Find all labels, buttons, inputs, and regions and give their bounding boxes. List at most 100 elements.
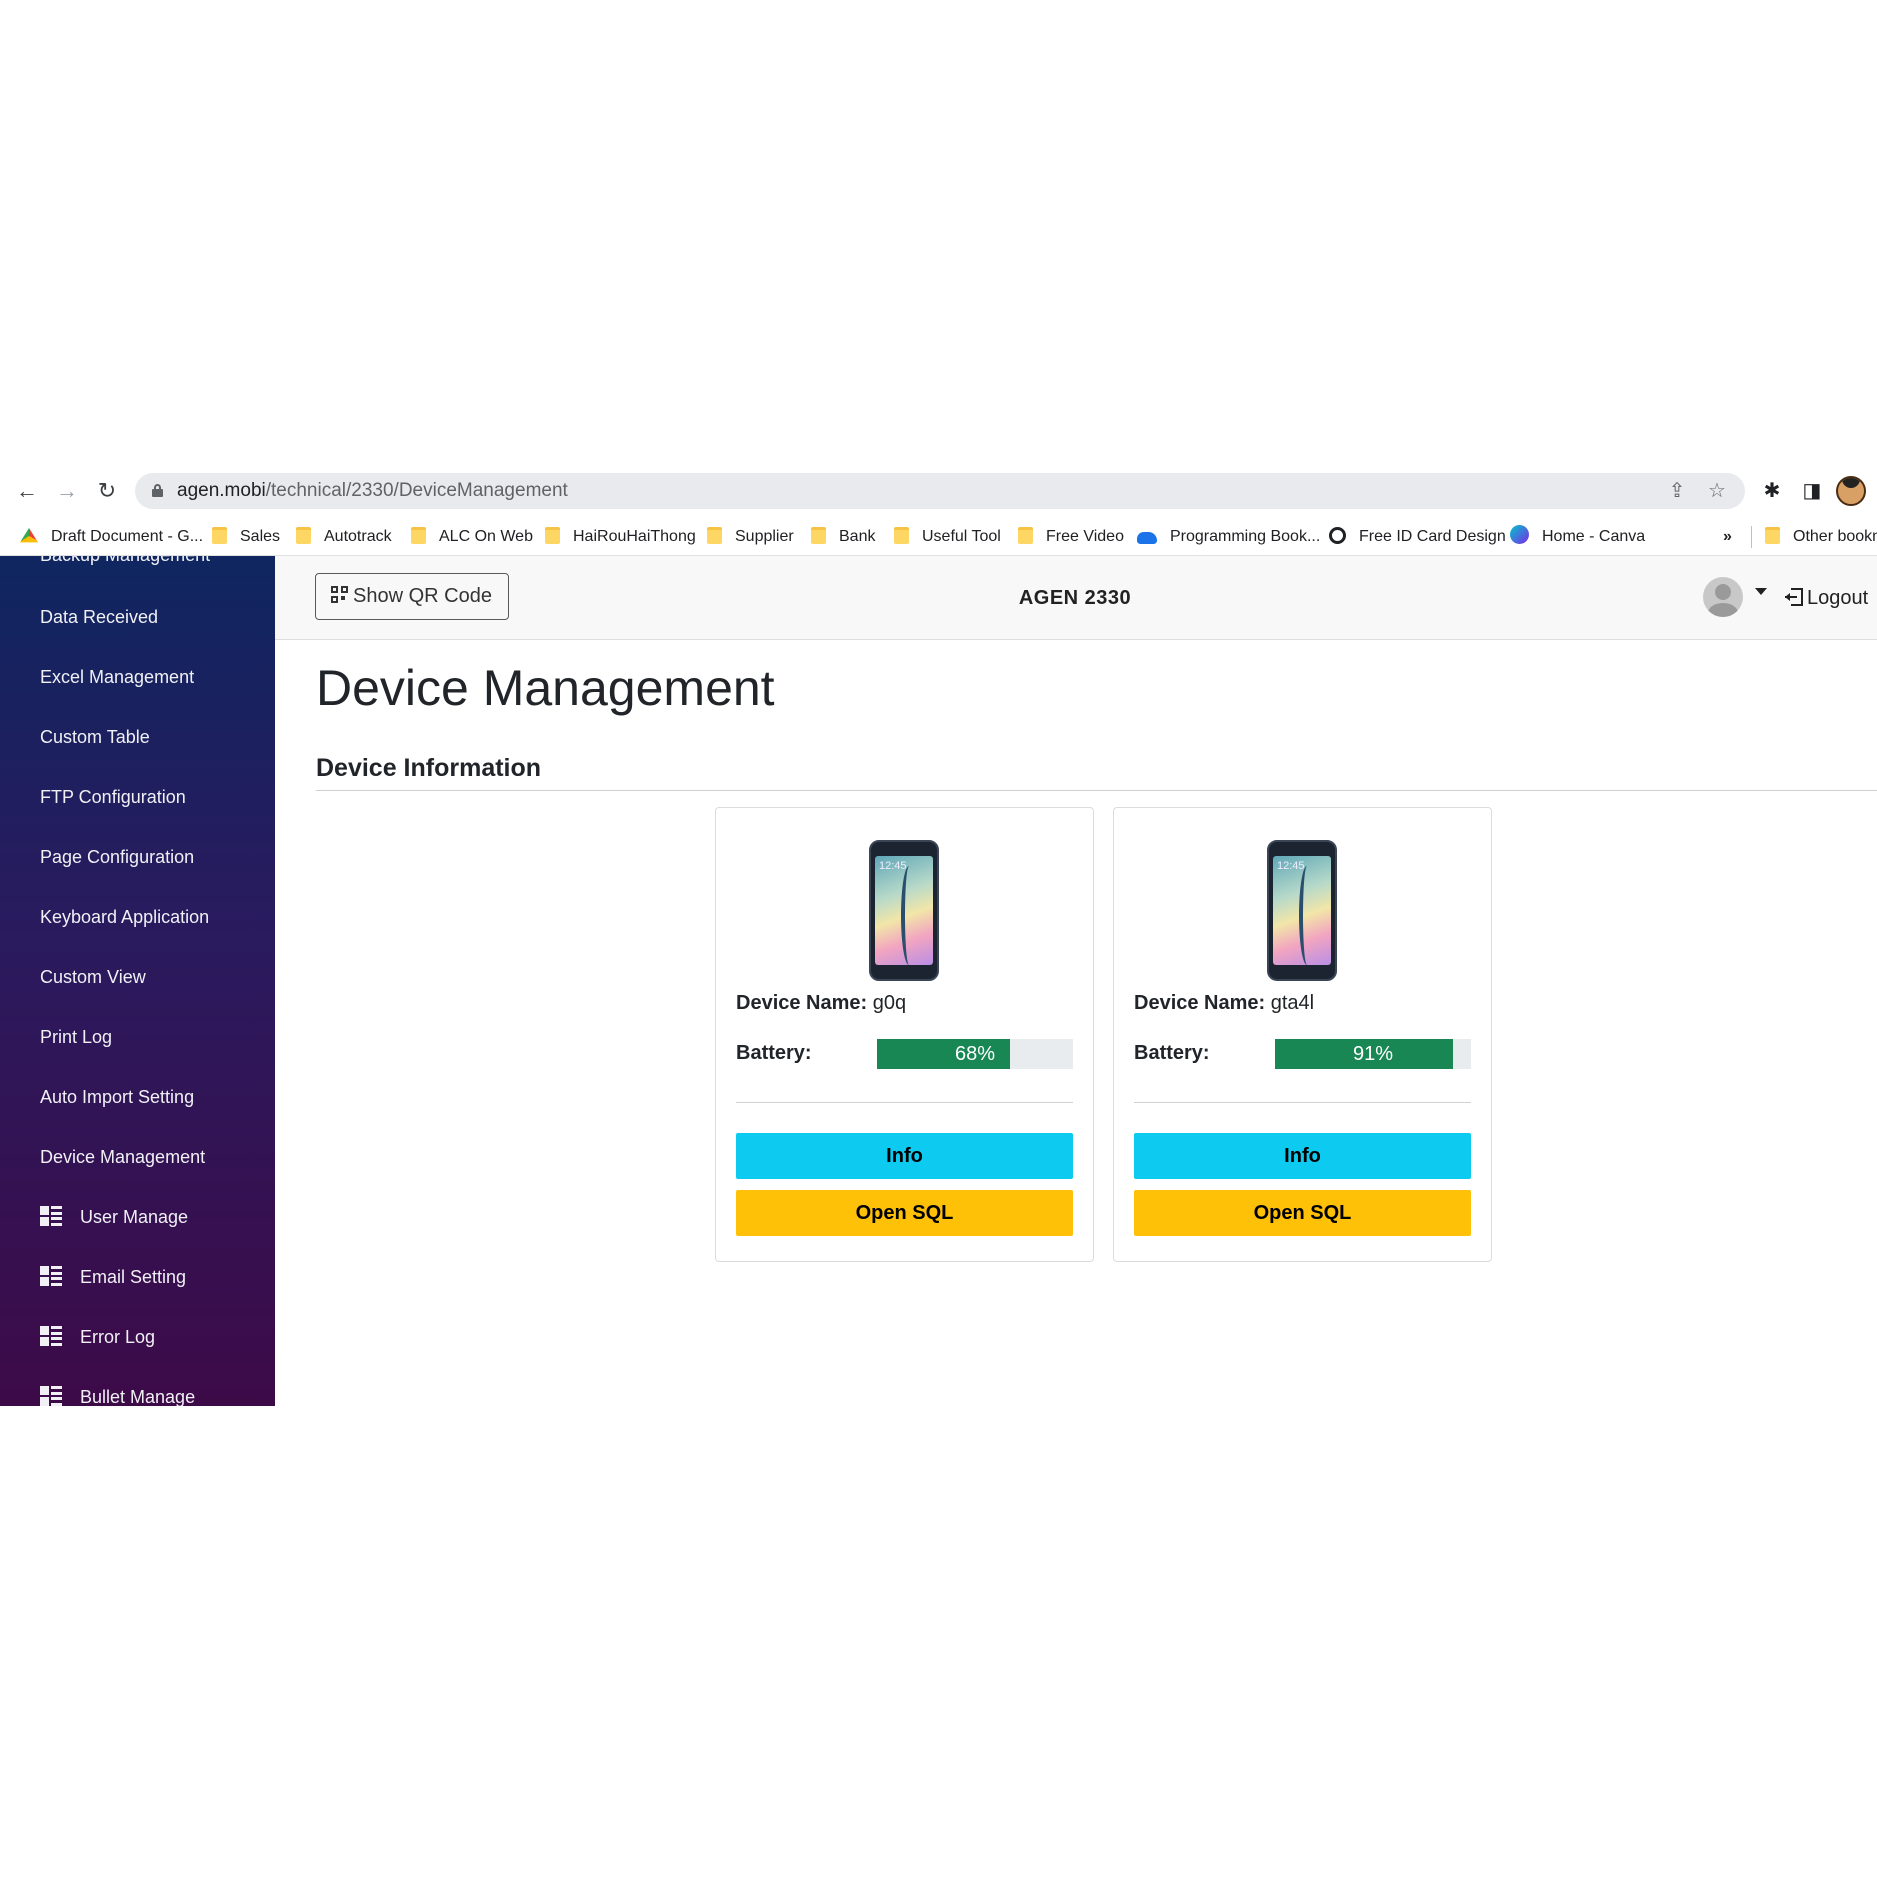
device-name-value: gta4l <box>1270 992 1315 1014</box>
device-name: Device Name: g0q <box>736 992 906 1015</box>
caret-down-icon[interactable] <box>1755 588 1767 595</box>
sidebar-item-excel-management[interactable]: Excel Management <box>40 662 194 692</box>
sidebar-item-label: User Manage <box>80 1207 189 1227</box>
bookmark-programming-book[interactable]: Programming Book... <box>1137 518 1320 556</box>
app-title: AGEN 2330 <box>1018 587 1132 609</box>
qr-code-icon <box>331 586 349 604</box>
grid-list-icon <box>40 1386 62 1406</box>
folder-icon <box>811 527 826 544</box>
bookmark-alc-on-web[interactable]: ALC On Web <box>411 518 533 556</box>
bookmark-sales[interactable]: Sales <box>212 518 280 556</box>
bookmark-label: Draft Document - G... <box>51 528 204 545</box>
bookmark-hairouhaithong[interactable]: HaiRouHaiThong <box>545 518 696 556</box>
folder-icon <box>296 527 311 544</box>
logout-label: Logout <box>1807 587 1869 609</box>
sidebar-item-auto-import-setting[interactable]: Auto Import Setting <box>40 1082 194 1112</box>
battery-label: Battery: <box>1134 1042 1210 1064</box>
forward-arrow-icon[interactable]: → <box>52 476 82 506</box>
user-avatar-icon[interactable] <box>1703 577 1743 617</box>
sidebar-item-user-manage[interactable]: User Manage <box>40 1202 188 1232</box>
battery-progress-bar: 68% <box>877 1039 1073 1069</box>
bookmarks-separator <box>1751 526 1752 548</box>
show-qr-code-button[interactable]: Show QR Code <box>315 573 509 620</box>
globe-icon <box>1329 527 1346 544</box>
open-sql-button[interactable]: Open SQL <box>736 1190 1073 1236</box>
phone-screen-time: 12:45 <box>879 860 907 872</box>
lock-icon[interactable] <box>152 484 163 497</box>
sidebar-item-backup-management[interactable]: Backup Management <box>40 556 210 570</box>
browser-screenshot: ← → ↻ agen.mobi/technical/2330/DeviceMan… <box>0 464 1877 1406</box>
bookmark-label: Bank <box>839 528 876 545</box>
bookmark-label: Supplier <box>735 528 794 545</box>
bookmark-label: Other bookm <box>1793 528 1877 545</box>
bookmark-useful-tool[interactable]: Useful Tool <box>894 518 1001 556</box>
sidebar-item-page-configuration[interactable]: Page Configuration <box>40 842 194 872</box>
bookmark-supplier[interactable]: Supplier <box>707 518 794 556</box>
bookmark-autotrack[interactable]: Autotrack <box>296 518 392 556</box>
section-title: Device Information <box>316 754 542 782</box>
sidebar-item-label: Bullet Manage <box>80 1387 196 1406</box>
url-host: agen.mobi <box>177 480 266 501</box>
device-card: 12:45 Device Name: g0q Battery: 68% Info… <box>715 807 1094 1262</box>
bookmark-label: Free Video <box>1046 528 1124 545</box>
sidebar-item-custom-view[interactable]: Custom View <box>40 962 146 992</box>
phone-icon: 12:45 <box>869 840 939 981</box>
page-title: Device Management <box>316 660 775 716</box>
back-arrow-icon[interactable]: ← <box>12 476 42 506</box>
sidebar-item-label: Error Log <box>80 1327 156 1347</box>
logout-link[interactable]: Logout <box>1785 556 1868 640</box>
extensions-icon[interactable]: ✱ <box>1757 476 1787 506</box>
bookmark-home-canva[interactable]: Home - Canva <box>1510 518 1645 556</box>
bookmark-label: Useful Tool <box>922 528 1001 545</box>
card-divider <box>736 1102 1073 1103</box>
sidebar-item-label: Email Setting <box>80 1267 187 1287</box>
bookmark-bank[interactable]: Bank <box>811 518 875 556</box>
device-name-label: Device Name: <box>736 992 868 1014</box>
info-button[interactable]: Info <box>1134 1133 1471 1179</box>
sidebar-item-keyboard-application[interactable]: Keyboard Application <box>40 902 209 932</box>
side-panel-icon[interactable]: ◨ <box>1797 476 1827 506</box>
url-text[interactable]: agen.mobi/technical/2330/DeviceManagemen… <box>177 473 568 509</box>
battery-percent-text: 91% <box>1352 1043 1394 1065</box>
reload-icon[interactable]: ↻ <box>92 476 122 506</box>
bookmark-label: HaiRouHaiThong <box>573 528 696 545</box>
grid-list-icon <box>40 1206 62 1226</box>
folder-icon <box>411 527 426 544</box>
browser-toolbar: ← → ↻ agen.mobi/technical/2330/DeviceMan… <box>0 464 1877 518</box>
bookmark-draft-document[interactable]: Draft Document - G... <box>20 518 203 556</box>
top-navbar: Show QR Code AGEN 2330 Logout <box>275 556 1877 640</box>
sidebar-item-ftp-configuration[interactable]: FTP Configuration <box>40 782 186 812</box>
card-divider <box>1134 1102 1471 1103</box>
section-divider <box>316 790 1877 791</box>
profile-avatar[interactable] <box>1836 476 1866 506</box>
bookmark-free-id-card[interactable]: Free ID Card Design <box>1329 518 1506 556</box>
info-button[interactable]: Info <box>736 1133 1073 1179</box>
battery-label: Battery: <box>736 1042 812 1064</box>
address-bar[interactable]: agen.mobi/technical/2330/DeviceManagemen… <box>135 473 1745 509</box>
cloud-icon <box>1137 532 1157 544</box>
folder-icon <box>545 527 560 544</box>
url-path: /technical/2330/DeviceManagement <box>265 480 568 501</box>
sidebar-item-print-log[interactable]: Print Log <box>40 1022 112 1052</box>
google-drive-icon <box>20 528 38 543</box>
bookmark-other-bookmarks[interactable]: Other bookm <box>1765 518 1877 556</box>
phone-screen-time: 12:45 <box>1277 860 1305 872</box>
star-icon[interactable]: ☆ <box>1705 479 1729 503</box>
sidebar-item-device-management[interactable]: Device Management <box>40 1142 205 1172</box>
bookmark-label: Free ID Card Design <box>1359 528 1506 545</box>
grid-list-icon <box>40 1326 62 1346</box>
bookmark-free-video[interactable]: Free Video <box>1018 518 1124 556</box>
sidebar-item-email-setting[interactable]: Email Setting <box>40 1262 186 1292</box>
qr-button-label: Show QR Code <box>353 585 492 607</box>
logout-icon <box>1785 588 1803 606</box>
bookmark-label: Home - Canva <box>1542 528 1646 545</box>
sidebar-item-data-received[interactable]: Data Received <box>40 602 158 632</box>
bookmark-label: ALC On Web <box>439 528 533 545</box>
more-bookmarks-chevron[interactable]: » <box>1723 518 1732 556</box>
bookmark-label: Programming Book... <box>1170 528 1321 545</box>
sidebar-item-custom-table[interactable]: Custom Table <box>40 722 150 752</box>
open-sql-button[interactable]: Open SQL <box>1134 1190 1471 1236</box>
sidebar-item-error-log[interactable]: Error Log <box>40 1322 155 1352</box>
sidebar-item-bullet-manage[interactable]: Bullet Manage <box>40 1382 195 1406</box>
share-icon[interactable]: ⇪ <box>1665 479 1689 503</box>
